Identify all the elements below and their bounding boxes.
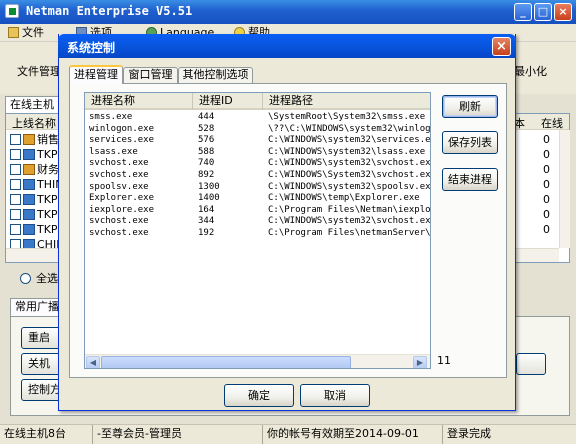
- checkbox[interactable]: [10, 149, 21, 160]
- broadcast-side-button[interactable]: [516, 353, 546, 375]
- dialog-titlebar: 系统控制 ×: [58, 34, 516, 58]
- process-list-hscroll[interactable]: ◀ ▶: [85, 354, 430, 368]
- process-panel: 进程名称 进程ID 进程路径 smss.exe 444 \SystemRoot\Sy…: [69, 83, 507, 378]
- column-process-path[interactable]: 进程路径: [263, 93, 430, 110]
- process-row[interactable]: winlogon.exe 528 \??\C:\WINDOWS\system32\w…: [85, 124, 430, 136]
- header-online-name[interactable]: 上线名称: [12, 115, 56, 131]
- checkbox[interactable]: [10, 164, 21, 175]
- process-row[interactable]: smss.exe 444 \SystemRoot\System32\smss.exe: [85, 112, 430, 124]
- host-value: 0: [543, 148, 550, 161]
- checkbox[interactable]: [10, 209, 21, 220]
- process-row[interactable]: services.exe 576 C:\WINDOWS\system32\servi…: [85, 135, 430, 147]
- file-icon: [8, 27, 19, 38]
- toolbar-minimize[interactable]: 最小化: [514, 63, 547, 79]
- save-list-button[interactable]: 保存列表: [442, 131, 498, 154]
- column-process-id[interactable]: 进程ID: [193, 93, 263, 110]
- tab-online-hosts[interactable]: 在线主机: [5, 96, 65, 113]
- process-row[interactable]: iexplore.exe 164 C:\Program Files\Netman\i…: [85, 205, 430, 217]
- tab-window-management[interactable]: 窗口管理: [123, 67, 178, 83]
- menu-file[interactable]: 文件: [8, 25, 44, 41]
- scroll-thumb[interactable]: [101, 356, 351, 368]
- minimize-button[interactable]: _: [514, 3, 532, 21]
- computer-icon: [23, 209, 35, 220]
- status-bar: 在线主机8台 -至尊会员-管理员 你的帐号有效期至2014-09-01 登录完成: [0, 424, 576, 444]
- checkbox[interactable]: [10, 134, 21, 145]
- radio-circle[interactable]: [20, 273, 31, 284]
- ok-button[interactable]: 确定: [224, 384, 294, 407]
- process-row[interactable]: svchost.exe 344 C:\WINDOWS\system32\svchos…: [85, 216, 430, 228]
- host-list-vscroll[interactable]: [559, 130, 570, 248]
- host-row[interactable]: TKP6: [10, 148, 65, 162]
- app-icon: [5, 4, 19, 18]
- process-row[interactable]: svchost.exe 192 C:\Program Files\netmanSer…: [85, 228, 430, 240]
- computer-icon: [23, 149, 35, 160]
- host-value: 0: [543, 133, 550, 146]
- cancel-button[interactable]: 取消: [300, 384, 370, 407]
- host-value: 0: [543, 178, 550, 191]
- checkbox[interactable]: [10, 224, 21, 235]
- process-row[interactable]: Explorer.exe 1400 C:\WINDOWS\temp\Explorer…: [85, 193, 430, 205]
- select-all-radio[interactable]: 全选: [20, 270, 58, 286]
- computer-icon: [23, 179, 35, 190]
- process-row[interactable]: svchost.exe 892 C:\WINDOWS\System32\svchos…: [85, 170, 430, 182]
- checkbox[interactable]: [10, 179, 21, 190]
- close-button[interactable]: ×: [554, 3, 572, 21]
- user-icon: [23, 164, 35, 175]
- user-icon: [23, 134, 35, 145]
- toolbar-file-manager[interactable]: 文件管理: [17, 63, 61, 79]
- process-row[interactable]: lsass.exe 588 C:\WINDOWS\system32\lsass.ex…: [85, 147, 430, 159]
- system-control-dialog: 系统控制 × 进程管理 窗口管理 其他控制选项 进程名称 进程ID 进程路径 s…: [58, 34, 516, 411]
- scroll-right-arrow-icon[interactable]: ▶: [413, 356, 427, 368]
- status-online-count: 在线主机8台: [4, 427, 66, 440]
- tab-other-control-options[interactable]: 其他控制选项: [178, 67, 253, 83]
- main-window-title: Netman Enterprise V5.51: [26, 4, 193, 18]
- main-titlebar: Netman Enterprise V5.51 _ □ ×: [0, 0, 576, 24]
- header-col3[interactable]: 在线: [541, 115, 563, 131]
- process-rows: smss.exe 444 \SystemRoot\System32\smss.exe…: [85, 112, 430, 240]
- process-row[interactable]: svchost.exe 740 C:\WINDOWS\system32\svchos…: [85, 158, 430, 170]
- status-login: 登录完成: [442, 425, 576, 444]
- tab-broadcast-commands[interactable]: 常用广播命令: [10, 298, 62, 316]
- process-list: 进程名称 进程ID 进程路径 smss.exe 444 \SystemRoot\Sy…: [84, 92, 431, 369]
- dialog-close-button[interactable]: ×: [492, 37, 511, 56]
- tab-process-management[interactable]: 进程管理: [69, 65, 123, 84]
- host-value: 0: [543, 163, 550, 176]
- dialog-title: 系统控制: [67, 41, 116, 55]
- host-value: 0: [543, 208, 550, 221]
- computer-icon: [23, 194, 35, 205]
- status-expiry: 你的帐号有效期至2014-09-01: [262, 425, 442, 444]
- host-value: 0: [543, 193, 550, 206]
- process-list-header: 进程名称 进程ID 进程路径: [85, 93, 430, 110]
- refresh-button[interactable]: 刷新: [442, 95, 498, 118]
- scroll-left-arrow-icon[interactable]: ◀: [86, 356, 100, 368]
- computer-icon: [23, 224, 35, 235]
- host-row[interactable]: TKP2: [10, 208, 65, 222]
- host-row[interactable]: TKP7: [10, 193, 65, 207]
- end-process-button[interactable]: 结束进程: [442, 168, 498, 191]
- status-user-level: -至尊会员-管理员: [92, 425, 262, 444]
- column-process-name[interactable]: 进程名称: [85, 93, 193, 110]
- process-count: 11: [437, 354, 451, 367]
- process-row[interactable]: spoolsv.exe 1300 C:\WINDOWS\system32\spool…: [85, 182, 430, 194]
- checkbox[interactable]: [10, 194, 21, 205]
- host-value: 0: [543, 223, 550, 236]
- maximize-button[interactable]: □: [534, 3, 552, 21]
